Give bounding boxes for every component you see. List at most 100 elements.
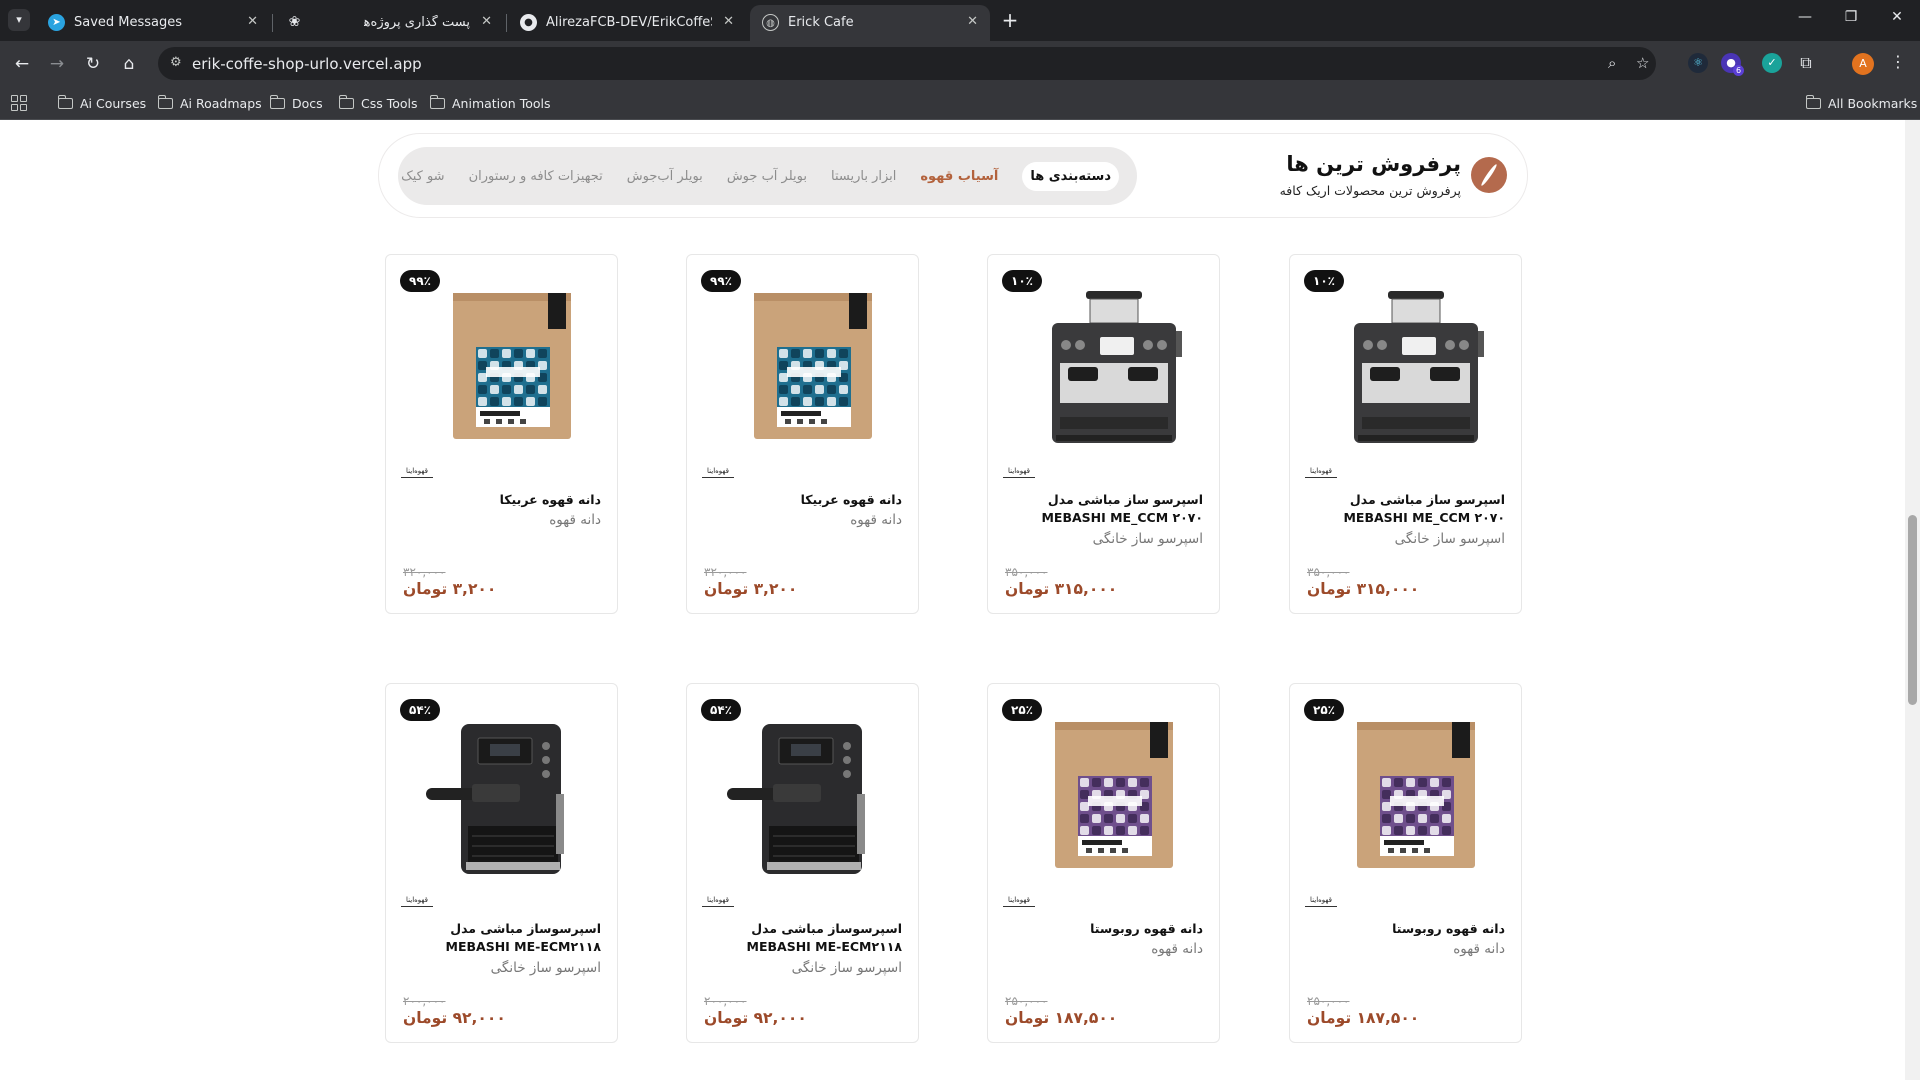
product-card[interactable]: ۹۹٪ قهوه‌اینا دانه قهوه عربیکا دانه قهوه… [385, 254, 618, 614]
product-image [754, 293, 872, 439]
folder-icon [1805, 94, 1821, 109]
section-title: پرفروش ترین ها [1286, 152, 1461, 176]
bestsellers-header: پرفروش ترین ها پرفروش ترین محصولات اریک … [378, 133, 1528, 218]
old-price: ۲۵۰,۰۰۰ [1307, 994, 1350, 1008]
brand-logo: قهوه‌اینا [702, 467, 734, 478]
product-category: اسپرسو ساز خانگی [490, 960, 601, 976]
category-tab-all[interactable]: دسته‌بندی ها [1022, 161, 1119, 191]
new-tab-button[interactable]: + [998, 9, 1022, 33]
scrollbar-thumb[interactable] [1908, 515, 1917, 705]
category-tab-boiler-2[interactable]: بویلر آب‌جوش [627, 169, 703, 184]
old-price: ۲۵۰,۰۰۰ [1005, 994, 1048, 1008]
product-name[interactable]: اسپرسو ساز مباشی مدل MEBASHI ME_CCM ۲۰۷۰ [1003, 491, 1203, 527]
current-price: ۹۲,۰۰۰ تومان [704, 1009, 807, 1027]
tab-openai[interactable]: ❀ پست گذاری پروژه‌ها ✕ [274, 5, 504, 41]
section-subtitle: پرفروش ترین محصولات اریک کافه [1279, 183, 1461, 198]
category-tab-boiler[interactable]: بویلر آب جوش [727, 169, 807, 184]
folder-icon [157, 94, 173, 109]
home-button[interactable]: ⌂ [117, 52, 141, 76]
browser-menu-icon[interactable]: ⋮ [1890, 52, 1906, 71]
folder-icon [269, 94, 285, 109]
product-category: دانه قهوه [549, 512, 601, 528]
product-image [1354, 291, 1484, 443]
bookmark-folder[interactable]: Css Tools [338, 93, 418, 113]
close-icon[interactable]: ✕ [481, 14, 492, 29]
bookmark-folder[interactable]: Ai Courses [57, 93, 146, 113]
profile-avatar[interactable]: A [1852, 53, 1874, 75]
old-price: ۳۵۰,۰۰۰ [1307, 565, 1350, 579]
zoom-icon[interactable]: ⌕ [1608, 54, 1616, 72]
close-icon[interactable]: ✕ [247, 14, 258, 29]
tab-strip: ▾ ➤ Saved Messages ✕ ❀ پست گذاری پروژه‌ه… [0, 0, 1920, 41]
home-icon: ⌂ [123, 54, 135, 74]
category-tab-cafe-equipment[interactable]: تجهیزات کافه و رستوران [469, 169, 603, 184]
product-image [426, 724, 564, 874]
category-tab-cake-display[interactable]: شو کیک [401, 169, 445, 184]
bookmark-label: Css Tools [361, 95, 418, 111]
tab-github[interactable]: ● AlirezaFCB-DEV/ErikCoffeShop ✕ [508, 5, 746, 41]
product-name[interactable]: دانه قهوه روبوستا [1003, 920, 1203, 938]
tab-title: Erick Cafe [788, 15, 854, 30]
current-price: ۳,۲۰۰ تومان [704, 580, 798, 598]
product-name[interactable]: اسپرسوساز مباشی مدل MEBASHI ME-ECM۲۱۱۸ [702, 920, 902, 956]
page-scrollbar[interactable] [1905, 120, 1920, 1080]
tab-separator [506, 14, 507, 32]
bookmark-label: Animation Tools [452, 95, 551, 111]
bookmark-star-icon[interactable]: ☆ [1636, 54, 1649, 72]
bookmark-label: Ai Roadmaps [180, 95, 262, 111]
old-price: ۳۵۰,۰۰۰ [1005, 565, 1048, 579]
product-name[interactable]: دانه قهوه عربیکا [702, 491, 902, 509]
category-tab-grinder[interactable]: آسیاب قهوه [920, 169, 998, 184]
site-info-icon[interactable]: ⚙ [170, 55, 182, 70]
minimize-icon: — [1798, 9, 1812, 25]
reload-icon: ↻ [85, 54, 101, 74]
brand-logo: قهوه‌اینا [401, 896, 433, 907]
extension-badge: 6 [1733, 65, 1745, 76]
minimize-button[interactable]: — [1790, 9, 1820, 25]
close-icon[interactable]: ✕ [967, 14, 978, 29]
close-window-button[interactable]: ✕ [1882, 9, 1912, 25]
tab-erick-cafe[interactable]: ◍ Erick Cafe ✕ [750, 5, 990, 41]
product-card[interactable]: ۱۰٪ قهوه‌اینا اسپرسو ساز مباشی مدل MEBAS… [1289, 254, 1522, 614]
github-icon: ● [520, 14, 537, 31]
apps-grid-icon[interactable] [11, 95, 27, 111]
product-name[interactable]: دانه قهوه روبوستا [1305, 920, 1505, 938]
product-card[interactable]: ۹۹٪ قهوه‌اینا دانه قهوه عربیکا دانه قهوه… [686, 254, 919, 614]
tab-saved-messages[interactable]: ➤ Saved Messages ✕ [36, 5, 270, 41]
all-bookmarks[interactable]: All Bookmarks [1805, 93, 1917, 113]
address-bar[interactable]: ⚙ erik-coffe-shop-urlo.vercel.app ⌕ ☆ [158, 47, 1656, 80]
brand-logo: قهوه‌اینا [1305, 896, 1337, 907]
current-price: ۱۸۷,۵۰۰ تومان [1005, 1009, 1118, 1027]
extensions-puzzle-icon[interactable]: ⧉ [1796, 53, 1816, 73]
product-name[interactable]: اسپرسو ساز مباشی مدل MEBASHI ME_CCM ۲۰۷۰ [1305, 491, 1505, 527]
tab-search-button[interactable]: ▾ [8, 9, 30, 31]
react-devtools-icon[interactable]: ⚛ [1688, 53, 1708, 73]
product-name[interactable]: اسپرسوساز مباشی مدل MEBASHI ME-ECM۲۱۱۸ [401, 920, 601, 956]
old-price: ۳۲۰,۰۰۰ [704, 565, 747, 579]
url-text[interactable]: erik-coffe-shop-urlo.vercel.app [192, 55, 422, 73]
product-category: اسپرسو ساز خانگی [1092, 531, 1203, 547]
product-card[interactable]: ۵۴٪ قهوه‌اینا اسپرسوساز مباشی مدل MEBASH… [686, 683, 919, 1043]
brand-logo: قهوه‌اینا [1305, 467, 1337, 478]
product-name[interactable]: دانه قهوه عربیکا [401, 491, 601, 509]
folder-icon [429, 94, 445, 109]
bookmark-folder[interactable]: Animation Tools [429, 93, 551, 113]
category-tab-barista-tools[interactable]: ابزار باریستا [831, 169, 896, 184]
forward-button[interactable]: → [45, 52, 69, 76]
product-category: دانه قهوه [850, 512, 902, 528]
product-image [1357, 722, 1475, 868]
product-category: اسپرسو ساز خانگی [1394, 531, 1505, 547]
back-button[interactable]: ← [10, 52, 34, 76]
product-card[interactable]: ۲۵٪ قهوه‌اینا دانه قهوه روبوستا دانه قهو… [1289, 683, 1522, 1043]
reload-button[interactable]: ↻ [81, 52, 105, 76]
product-image [1055, 722, 1173, 868]
bookmark-folder[interactable]: Ai Roadmaps [157, 93, 262, 113]
product-card[interactable]: ۱۰٪ قهوه‌اینا اسپرسو ساز مباشی مدل MEBAS… [987, 254, 1220, 614]
product-card[interactable]: ۵۴٪ قهوه‌اینا اسپرسوساز مباشی مدل MEBASH… [385, 683, 618, 1043]
close-icon[interactable]: ✕ [723, 14, 734, 29]
bookmark-folder[interactable]: Docs [269, 93, 323, 113]
shield-extension-icon[interactable]: ✓ [1762, 53, 1782, 73]
plus-icon: + [1001, 8, 1019, 32]
product-card[interactable]: ۲۵٪ قهوه‌اینا دانه قهوه روبوستا دانه قهو… [987, 683, 1220, 1043]
restore-button[interactable]: ❐ [1836, 9, 1866, 25]
